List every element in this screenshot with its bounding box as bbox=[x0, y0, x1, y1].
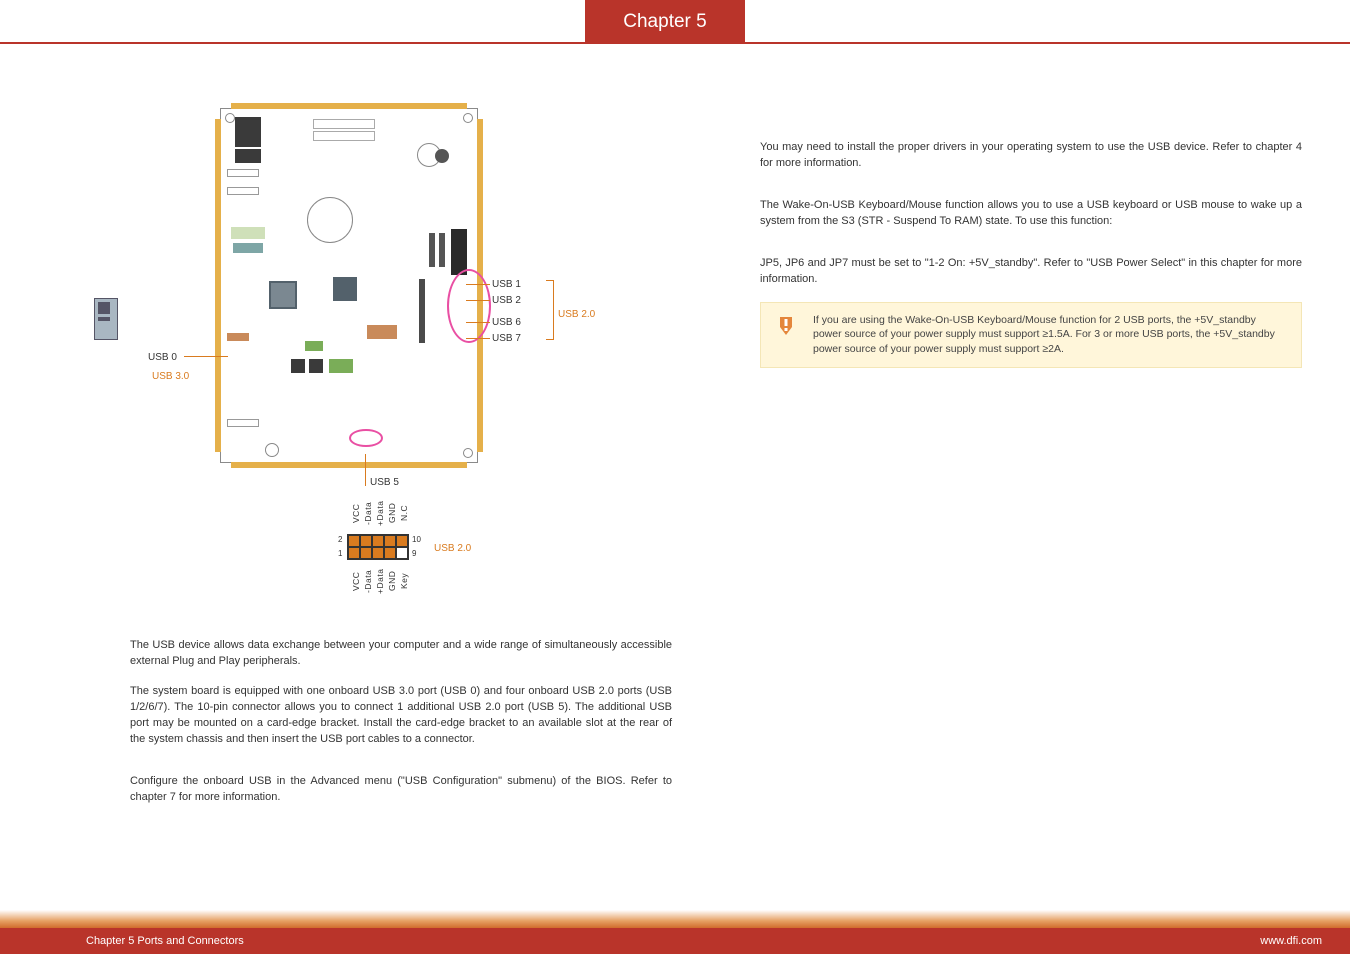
leader bbox=[184, 356, 228, 357]
pin-label-mdata-top: -Data bbox=[362, 496, 373, 530]
label-usb6: USB 6 bbox=[492, 316, 521, 331]
pin-grid bbox=[347, 534, 409, 560]
motherboard-outline bbox=[220, 108, 478, 463]
pin-label-pdata-top: +Data bbox=[374, 496, 385, 530]
usb0-connector-icon bbox=[94, 298, 118, 340]
label-usb30: USB 3.0 bbox=[152, 370, 189, 385]
pin-label-vcc-top: VCC bbox=[350, 496, 361, 530]
pin-label-nc-top: N.C bbox=[398, 496, 409, 530]
pin-num-10: 10 bbox=[412, 534, 421, 546]
para-wakeon: The Wake-On-USB Keyboard/Mouse function … bbox=[760, 198, 1302, 230]
label-usb7: USB 7 bbox=[492, 332, 521, 347]
board-diagram: USB 0 USB 3.0 USB 1 USB 2 USB 6 USB 7 US… bbox=[130, 98, 650, 618]
page-body: USB 0 USB 3.0 USB 1 USB 2 USB 6 USB 7 US… bbox=[0, 70, 1350, 894]
pin-label-vcc-bot: VCC bbox=[350, 564, 361, 598]
pin-label-gnd-bot: GND bbox=[386, 564, 397, 598]
para-bios-config: Configure the onboard USB in the Advance… bbox=[130, 774, 672, 806]
para-jumper: JP5, JP6 and JP7 must be set to "1-2 On:… bbox=[760, 256, 1302, 288]
pin-label-gnd-top: GND bbox=[386, 496, 397, 530]
right-column: You may need to install the proper drive… bbox=[712, 70, 1350, 894]
pin-num-9: 9 bbox=[412, 548, 416, 560]
footer-right: www.dfi.com bbox=[1260, 935, 1322, 947]
warning-icon bbox=[773, 313, 799, 339]
pinout-diagram: VCC -Data +Data GND N.C 2 1 10 9 VCC -Da… bbox=[326, 496, 546, 606]
leader bbox=[466, 322, 490, 323]
leader bbox=[466, 338, 490, 339]
label-usb20-pin: USB 2.0 bbox=[434, 542, 471, 557]
important-note-box: If you are using the Wake-On-USB Keyboar… bbox=[760, 302, 1302, 368]
pin-label-key-bot: Key bbox=[398, 564, 409, 598]
label-usb20-right: USB 2.0 bbox=[558, 308, 595, 323]
label-usb1: USB 1 bbox=[492, 278, 521, 293]
label-usb5: USB 5 bbox=[370, 476, 399, 491]
leader bbox=[466, 300, 490, 301]
left-column: USB 0 USB 3.0 USB 1 USB 2 USB 6 USB 7 US… bbox=[0, 70, 712, 894]
pin-label-pdata-bot: +Data bbox=[374, 564, 385, 598]
para-usb-intro: The USB device allows data exchange betw… bbox=[130, 638, 672, 670]
para-board-desc: The system board is equipped with one on… bbox=[130, 684, 672, 748]
note-text: If you are using the Wake-On-USB Keyboar… bbox=[813, 314, 1275, 355]
footer-gradient bbox=[0, 910, 1350, 928]
pin-label-mdata-bot: -Data bbox=[362, 564, 373, 598]
footer-left: Chapter 5 Ports and Connectors bbox=[86, 935, 244, 947]
bracket-icon bbox=[546, 280, 554, 340]
label-usb2: USB 2 bbox=[492, 294, 521, 309]
label-usb0: USB 0 bbox=[148, 351, 177, 366]
footer-bar: Chapter 5 Ports and Connectors www.dfi.c… bbox=[0, 928, 1350, 954]
chapter-tab: Chapter 5 bbox=[585, 0, 745, 44]
leader bbox=[466, 284, 490, 285]
leader bbox=[365, 454, 366, 486]
pin-num-2: 2 bbox=[338, 534, 342, 546]
para-driver: You may need to install the proper drive… bbox=[760, 140, 1302, 172]
pin-num-1: 1 bbox=[338, 548, 342, 560]
